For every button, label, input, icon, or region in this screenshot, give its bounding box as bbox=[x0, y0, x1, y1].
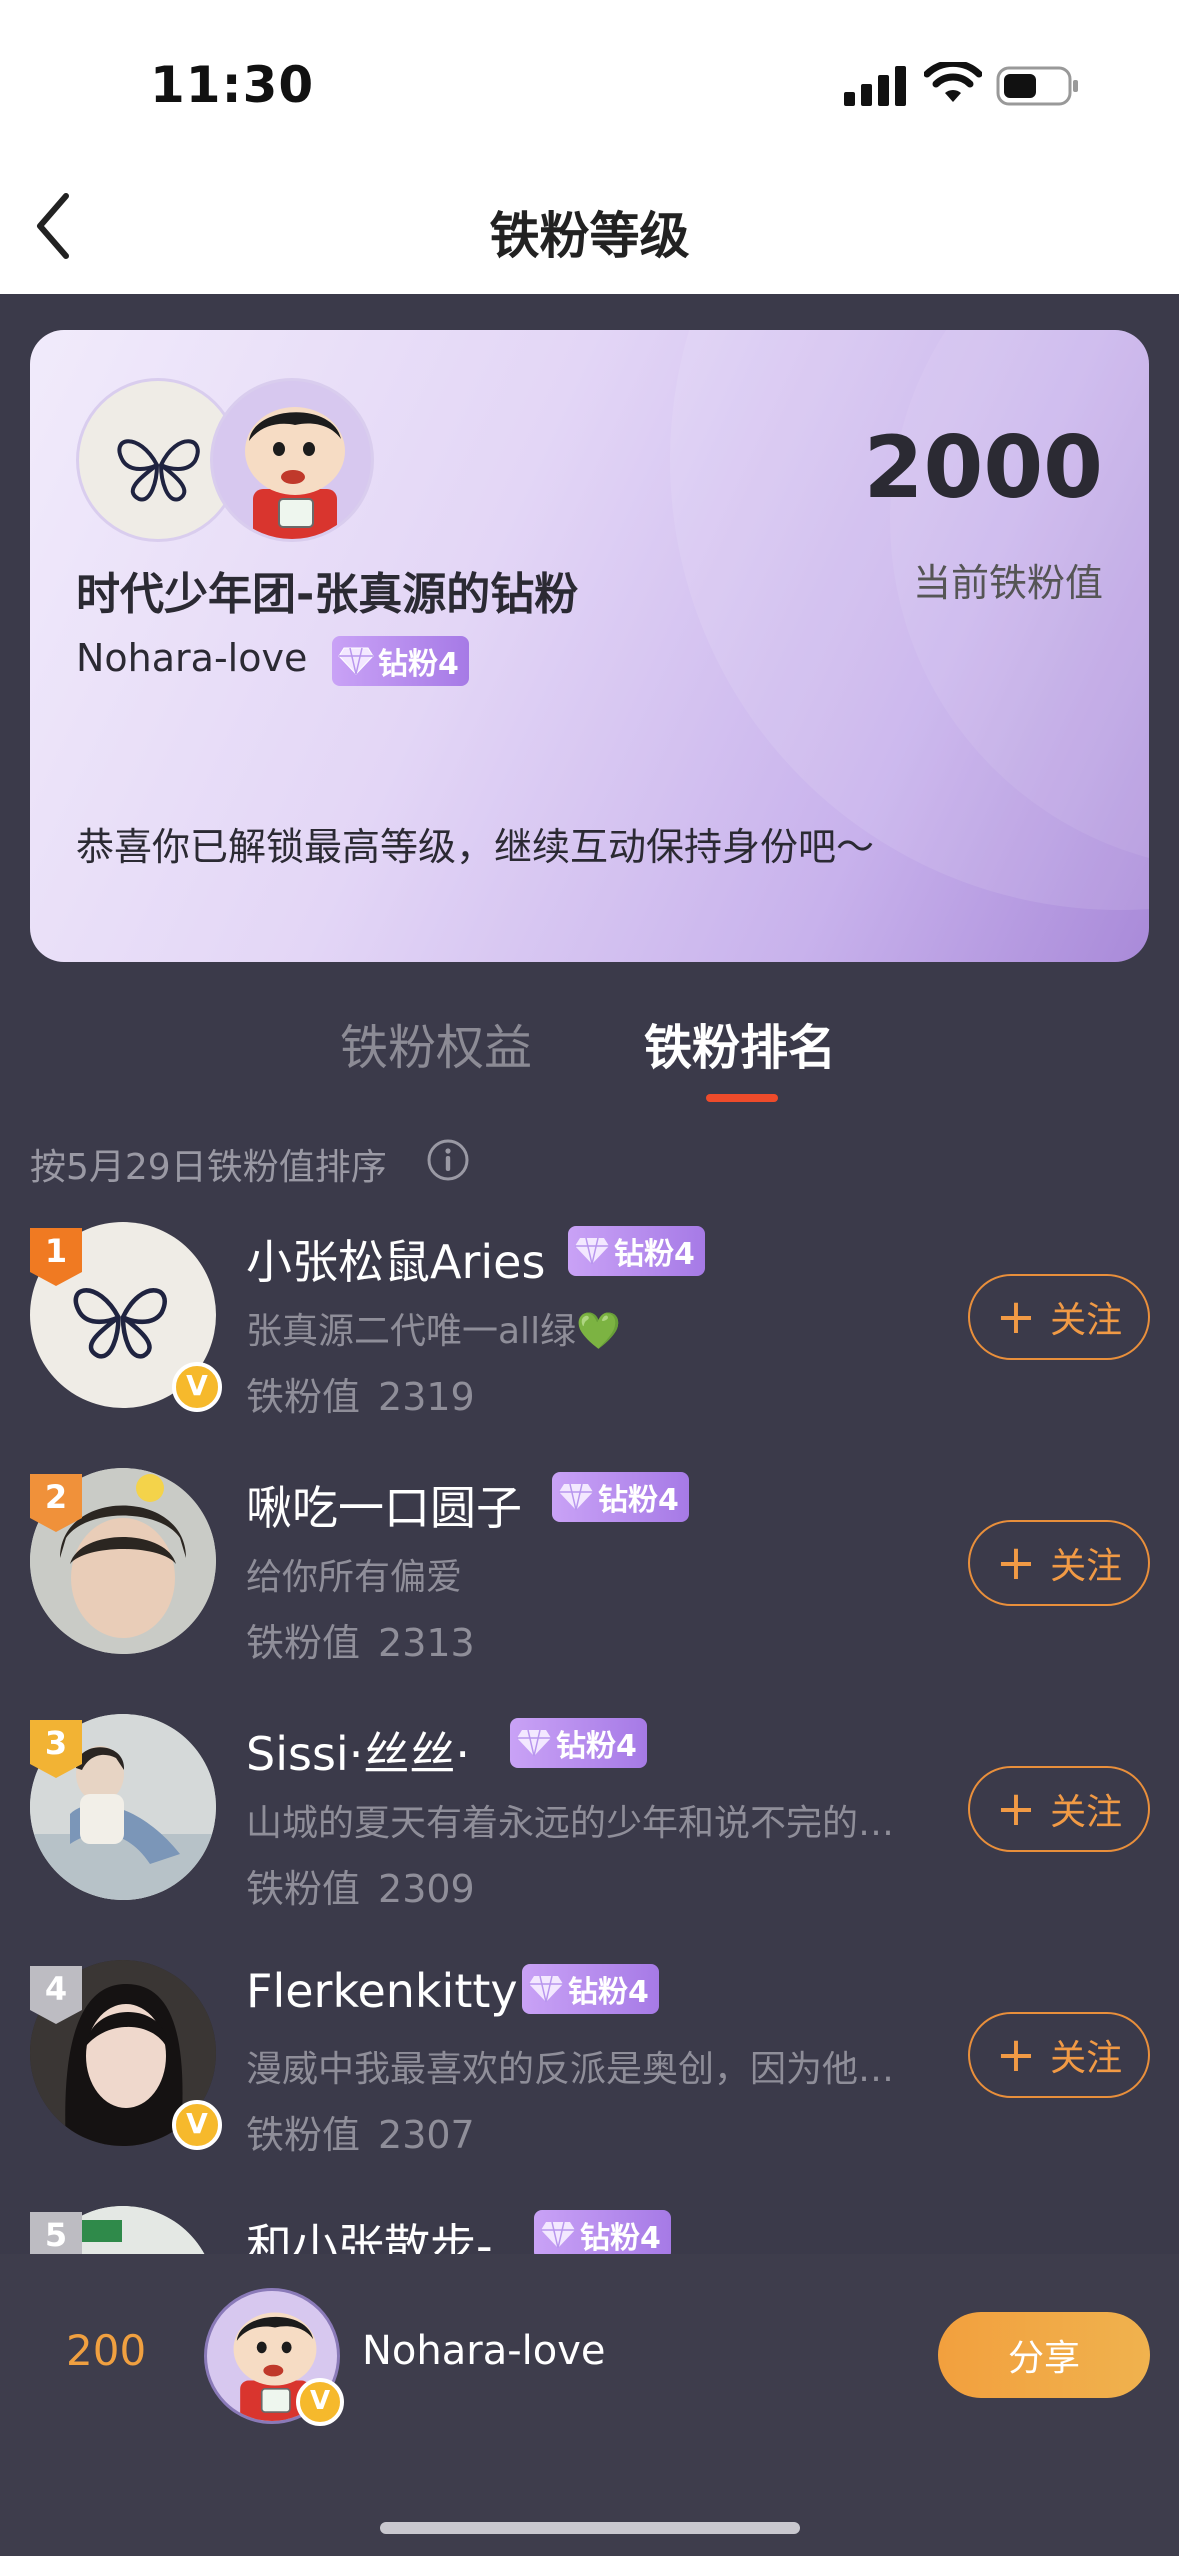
my-rank: 200 bbox=[66, 2326, 147, 2375]
fan-bio: 张真源二代唯一all绿💚 bbox=[246, 1311, 621, 1352]
page-title: 铁粉等级 bbox=[489, 207, 690, 265]
sort-note: 按5月29日铁粉值排序 bbox=[30, 1147, 387, 1188]
follow-button[interactable]: + 关注 bbox=[968, 1520, 1150, 1606]
fan-score: 铁粉值 2319 bbox=[246, 1375, 475, 1419]
fan-score: 铁粉值 2313 bbox=[246, 1621, 475, 1665]
verified-icon: V bbox=[172, 2100, 222, 2150]
ranking-row[interactable]: 3 Sissi·丝丝· 钻粉4 山城的夏天有着永远的少年和说不完的… 铁粉值 23… bbox=[0, 1714, 1179, 1960]
top-bar: 11:30 铁粉等级 bbox=[0, 0, 1179, 294]
fan-group-name: 时代少年团-张真源的钻粉 bbox=[76, 569, 579, 620]
battery-icon bbox=[996, 66, 1078, 106]
fan-badge: 钻粉4 bbox=[510, 1718, 647, 1768]
diamond-icon bbox=[529, 1975, 563, 2003]
fan-badge: 钻粉4 bbox=[534, 2210, 671, 2260]
fan-badge: 钻粉4 bbox=[522, 1964, 659, 2014]
wifi-icon bbox=[924, 62, 982, 102]
rank-badge: 2 bbox=[30, 1474, 82, 1532]
plus-icon: + bbox=[995, 1535, 1037, 1591]
fan-score: 铁粉值 2307 bbox=[246, 2113, 475, 2157]
cartoon-avatar-icon bbox=[245, 407, 345, 539]
fan-badge: 钻粉4 bbox=[332, 636, 469, 686]
my-username: Nohara-love bbox=[362, 2328, 606, 2374]
fan-name[interactable]: Flerkenkitty bbox=[246, 1964, 518, 2018]
my-ranking-bar: 200 V Nohara-love 分享 bbox=[0, 2254, 1179, 2556]
tab-indicator bbox=[706, 1094, 778, 1102]
ranking-row[interactable]: 2 啾吃一口圆子 钻粉4 给你所有偏爱 铁粉值 2313 + 关注 bbox=[0, 1468, 1179, 1714]
fan-badge: 钻粉4 bbox=[568, 1226, 705, 1276]
user-avatar bbox=[210, 378, 374, 542]
fan-badge: 钻粉4 bbox=[552, 1472, 689, 1522]
diamond-icon bbox=[517, 1729, 551, 1757]
diamond-icon bbox=[559, 1483, 593, 1511]
cellular-signal-icon bbox=[844, 66, 906, 106]
verified-icon: V bbox=[172, 1362, 222, 1412]
diamond-icon bbox=[541, 2221, 575, 2249]
fan-bio: 给你所有偏爱 bbox=[246, 1557, 463, 1598]
fan-bio: 山城的夏天有着永远的少年和说不完的… bbox=[246, 1803, 895, 1844]
fan-name[interactable]: 啾吃一口圆子 bbox=[246, 1472, 522, 1538]
verified-icon: V bbox=[296, 2378, 344, 2426]
ranking-row[interactable]: 4 V Flerkenkitty 钻粉4 漫威中我最喜欢的反派是奥创，因为他… … bbox=[0, 1960, 1179, 2206]
level-message: 恭喜你已解锁最高等级，继续互动保持身份吧～ bbox=[76, 825, 875, 869]
follow-button[interactable]: + 关注 bbox=[968, 1274, 1150, 1360]
fan-name[interactable]: 小张松鼠Aries bbox=[246, 1226, 545, 1292]
home-indicator[interactable] bbox=[380, 2522, 800, 2534]
tab-ranking[interactable]: 铁粉排名 bbox=[644, 1008, 836, 1078]
rank-badge: 3 bbox=[30, 1720, 82, 1778]
info-icon[interactable] bbox=[426, 1138, 470, 1182]
follow-button[interactable]: + 关注 bbox=[968, 1766, 1150, 1852]
fan-name[interactable]: Sissi·丝丝· bbox=[246, 1718, 470, 1784]
plus-icon: + bbox=[995, 1781, 1037, 1837]
plus-icon: + bbox=[995, 1289, 1037, 1345]
status-time: 11:30 bbox=[150, 56, 315, 114]
rank-badge: 1 bbox=[30, 1228, 82, 1286]
fan-score: 铁粉值 2309 bbox=[246, 1867, 475, 1911]
plus-icon: + bbox=[995, 2027, 1037, 2083]
current-fan-score-label: 当前铁粉值 bbox=[912, 561, 1103, 605]
fan-level-card: 时代少年团-张真源的钻粉 Nohara-love 钻粉4 2000 当前铁粉值 … bbox=[30, 330, 1149, 962]
diamond-icon bbox=[575, 1237, 609, 1265]
rank-badge: 4 bbox=[30, 1966, 82, 2024]
fan-bio: 漫威中我最喜欢的反派是奥创，因为他… bbox=[246, 2049, 895, 2090]
share-button[interactable]: 分享 bbox=[938, 2312, 1150, 2398]
follow-button[interactable]: + 关注 bbox=[968, 2012, 1150, 2098]
diamond-icon bbox=[338, 647, 374, 675]
ranking-row[interactable]: 1 V 小张松鼠Aries 钻粉4 张真源二代唯一all绿💚 铁粉值 2319 +… bbox=[0, 1222, 1179, 1468]
badge-label: 钻粉4 bbox=[378, 647, 459, 682]
card-username: Nohara-love bbox=[76, 636, 308, 680]
current-fan-score: 2000 bbox=[863, 418, 1103, 518]
tab-benefits[interactable]: 铁粉权益 bbox=[340, 1008, 532, 1078]
